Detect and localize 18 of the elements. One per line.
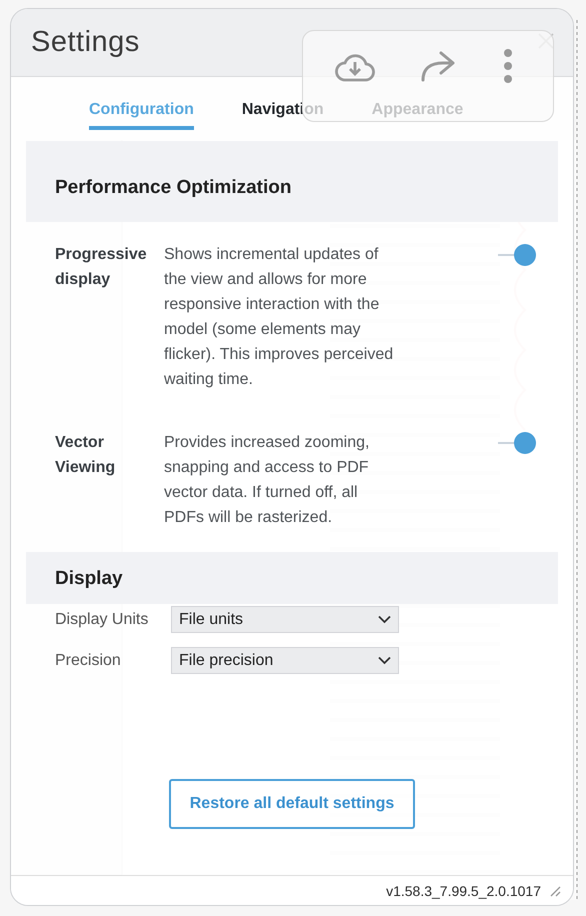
dropdown-field[interactable]: File units — [171, 606, 399, 633]
setting-description: Provides increased zooming, snapping and access to PDF vector data. If turned off, all PDFs will be rasterized. — [164, 433, 370, 528]
switch-knob[interactable] — [514, 432, 536, 454]
setting-label: Progressive display — [55, 245, 148, 290]
dropdown-field[interactable]: File precision — [171, 647, 399, 674]
switch-knob[interactable] — [514, 244, 536, 266]
section-header: Performance Optimization — [26, 141, 558, 222]
setting-label: Precision — [55, 651, 122, 671]
chevron-down-icon — [378, 615, 391, 624]
section-header: Display — [26, 552, 558, 604]
setting-label: Display Units — [55, 610, 150, 630]
chevron-down-icon — [378, 656, 391, 665]
window-title: Settings — [31, 26, 140, 59]
version-text: v1.58.3_7.99.5_2.0.1017 — [386, 882, 541, 898]
more-vertical-icon[interactable] — [502, 48, 513, 84]
setting-description: Shows incremental updates of the view and allows for more responsive interaction with the model (some elements may flicker). This improves perceived waiting time. — [164, 245, 394, 390]
setting-label: Vector Viewing — [55, 433, 116, 478]
resize-grip-icon[interactable] — [549, 884, 561, 896]
